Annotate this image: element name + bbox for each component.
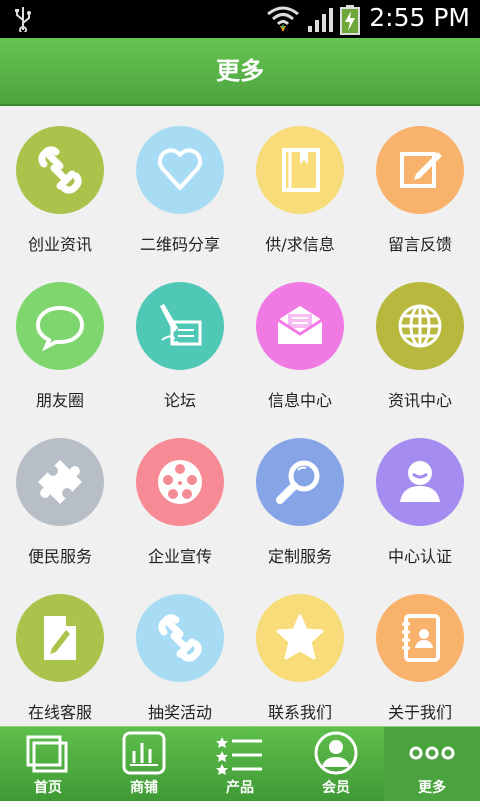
battery-charging-icon xyxy=(340,5,360,39)
signal-strength-icon xyxy=(306,6,336,38)
header-bar: 更多 xyxy=(0,38,480,106)
grid-item-circle xyxy=(136,438,224,526)
grid-item-circle xyxy=(136,282,224,370)
tab-shop[interactable]: 商铺 xyxy=(96,727,192,801)
status-bar: 2:55 PM xyxy=(0,0,480,38)
grid-item-label: 关于我们 xyxy=(387,703,452,722)
puzzle-icon xyxy=(38,460,82,504)
grid-item-label: 二维码分享 xyxy=(139,235,220,254)
grid-item-circle xyxy=(256,126,344,214)
wifi-icon xyxy=(266,4,300,38)
grid-item-circle xyxy=(256,594,344,682)
grid-item-label: 论坛 xyxy=(163,391,196,410)
tab-home[interactable]: 首页 xyxy=(0,727,96,801)
tab-more[interactable]: 更多 xyxy=(384,727,480,801)
tab-label: 产品 xyxy=(226,780,254,796)
grid-item-label: 朋友圈 xyxy=(35,391,84,410)
heart-icon xyxy=(157,148,203,190)
grid-item-circle xyxy=(256,438,344,526)
grid-item-circle xyxy=(136,126,224,214)
usb-icon xyxy=(14,6,32,36)
grid-item-label: 中心认证 xyxy=(387,547,452,566)
magnifier-icon xyxy=(276,460,320,504)
grid-item-convenience-services[interactable]: 便民服务 xyxy=(0,416,120,572)
tab-member[interactable]: 会员 xyxy=(288,727,384,801)
grid-item-circle xyxy=(16,594,104,682)
tab-label: 更多 xyxy=(418,780,446,796)
grid-item-label: 资讯中心 xyxy=(387,391,452,410)
star-list-icon xyxy=(216,737,262,775)
more-dots-icon xyxy=(409,746,455,760)
tab-products[interactable]: 产品 xyxy=(192,727,288,801)
film-reel-icon xyxy=(158,460,202,504)
grid-item-news-center[interactable]: 资讯中心 xyxy=(360,260,480,416)
grid-item-info-center[interactable]: 信息中心 xyxy=(240,260,360,416)
tab-label: 商铺 xyxy=(130,780,158,796)
grid-item-label: 在线客服 xyxy=(27,703,92,722)
contact-book-icon xyxy=(402,614,440,662)
globe-icon xyxy=(398,304,442,348)
grid-item-circle xyxy=(376,438,464,526)
grid-item-label: 信息中心 xyxy=(267,391,332,410)
grid-item-label: 联系我们 xyxy=(267,703,332,722)
member-icon xyxy=(314,731,358,775)
grid-item-qr-share[interactable]: 二维码分享 xyxy=(120,104,240,260)
tab-label: 会员 xyxy=(322,780,350,796)
grid-item-lottery[interactable]: 抽奖活动 xyxy=(120,572,240,728)
bottom-tab-bar: 首页 商铺 产品 会员 更多 xyxy=(0,726,480,801)
chat-bubble-icon xyxy=(35,305,85,352)
grid-item-online-support[interactable]: 在线客服 xyxy=(0,572,120,728)
grid-item-circle xyxy=(376,126,464,214)
grid-item-circle xyxy=(16,282,104,370)
grid-item-label: 供/求信息 xyxy=(265,235,335,254)
grid-item-contact-us[interactable]: 联系我们 xyxy=(240,572,360,728)
grid-item-custom-services[interactable]: 定制服务 xyxy=(240,416,360,572)
grid-item-circle xyxy=(376,594,464,682)
link-icon xyxy=(158,614,202,662)
tab-label: 首页 xyxy=(34,780,62,796)
grid-item-label: 创业资讯 xyxy=(27,235,92,254)
user-icon xyxy=(400,461,440,502)
grid-item-circle xyxy=(136,594,224,682)
grid-item-circle xyxy=(16,126,104,214)
grid-item-circle xyxy=(256,282,344,370)
grid-item-label: 便民服务 xyxy=(27,547,92,566)
grid-item-label: 定制服务 xyxy=(267,547,332,566)
page-title: 更多 xyxy=(216,57,264,85)
home-windows-icon xyxy=(26,735,68,773)
forum-pen-icon xyxy=(160,304,202,346)
book-icon xyxy=(282,148,320,192)
grid-item-feedback[interactable]: 留言反馈 xyxy=(360,104,480,260)
grid-item-circle xyxy=(16,438,104,526)
edit-icon xyxy=(400,152,442,188)
feature-grid: 创业资讯 二维码分享 供/求信息 留言反馈 朋友圈 论坛 信息中心 资讯中心 便… xyxy=(0,104,480,726)
star-icon xyxy=(276,614,324,660)
grid-item-startup-news[interactable]: 创业资讯 xyxy=(0,104,120,260)
shop-bars-icon xyxy=(122,731,166,775)
grid-item-label: 企业宣传 xyxy=(147,547,212,566)
document-pen-icon xyxy=(44,616,76,660)
grid-item-forum[interactable]: 论坛 xyxy=(120,260,240,416)
mail-icon xyxy=(277,306,323,344)
grid-item-label: 留言反馈 xyxy=(387,235,452,254)
grid-item-circle xyxy=(376,282,464,370)
grid-item-supply-demand[interactable]: 供/求信息 xyxy=(240,104,360,260)
grid-item-center-certification[interactable]: 中心认证 xyxy=(360,416,480,572)
status-time: 2:55 PM xyxy=(369,3,470,32)
link-icon xyxy=(38,146,82,194)
grid-item-company-promo[interactable]: 企业宣传 xyxy=(120,416,240,572)
grid-item-about-us[interactable]: 关于我们 xyxy=(360,572,480,728)
grid-item-label: 抽奖活动 xyxy=(147,703,212,722)
grid-item-moments[interactable]: 朋友圈 xyxy=(0,260,120,416)
